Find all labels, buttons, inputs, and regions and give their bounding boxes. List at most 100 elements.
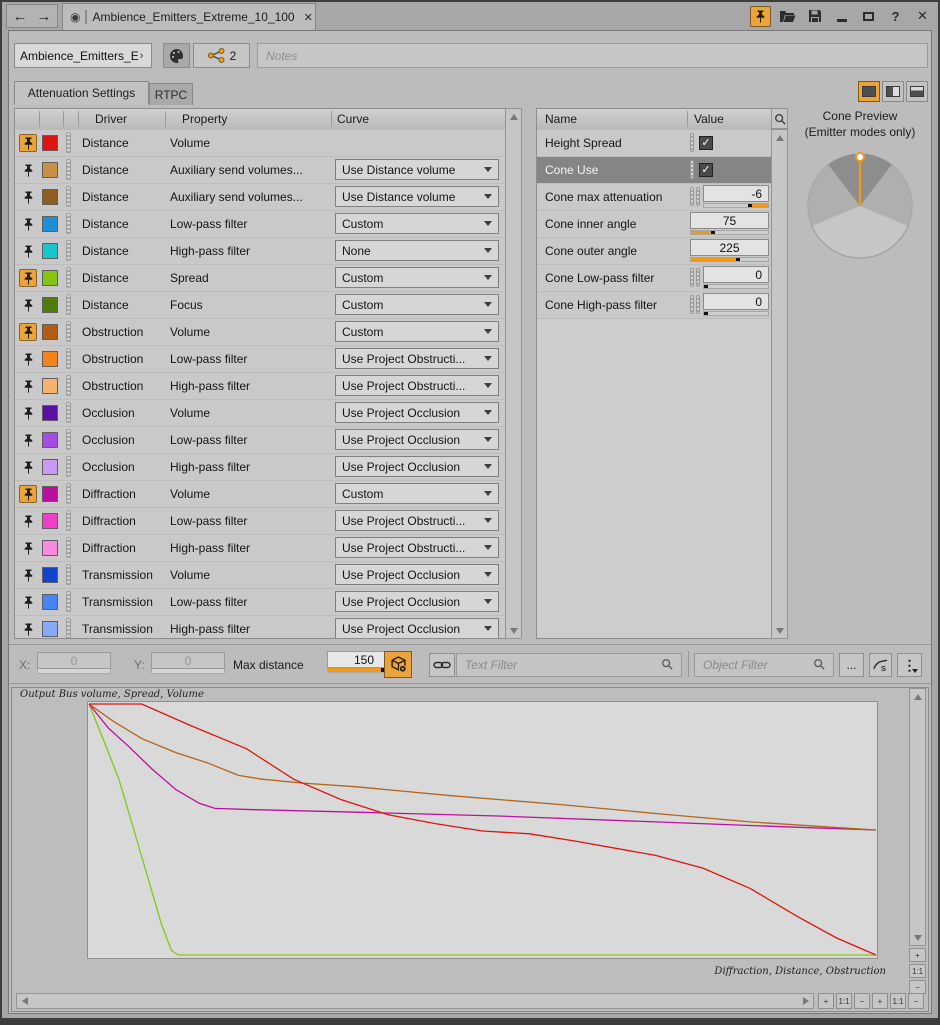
curve-select[interactable]: Use Project Occlusion <box>335 456 499 477</box>
curve-color-swatch[interactable] <box>42 324 58 340</box>
curve-color-swatch[interactable] <box>42 351 58 367</box>
grip-pill[interactable] <box>690 187 694 206</box>
scroll-up-icon[interactable] <box>910 690 925 703</box>
curve-row[interactable]: TransmissionVolumeUse Project Occlusion <box>15 562 505 589</box>
curve-color-swatch[interactable] <box>42 621 58 637</box>
property-row[interactable]: Height Spread✓ <box>537 130 771 157</box>
back-button[interactable]: ← <box>13 9 28 24</box>
scroll-down-icon[interactable] <box>772 624 787 637</box>
property-row[interactable]: Cone Low-pass filter0 <box>537 265 771 292</box>
graph-zoom-button[interactable]: 1:1 <box>909 964 926 978</box>
value-box[interactable]: 0 <box>703 266 769 283</box>
more-options-button[interactable]: ... <box>839 653 864 677</box>
slider-marker[interactable] <box>748 204 752 207</box>
pin-toggle[interactable] <box>19 593 37 611</box>
scroll-down-icon[interactable] <box>506 624 521 637</box>
attenuation-preview-button[interactable] <box>384 651 412 678</box>
graph-zoom-button[interactable]: + <box>909 948 926 962</box>
curve-color-swatch[interactable] <box>42 432 58 448</box>
object-name-field[interactable]: Ambience_Emitters_E› <box>14 43 152 68</box>
graph-zoom-button[interactable]: + <box>818 993 834 1009</box>
save-button[interactable] <box>804 6 825 27</box>
value-slider[interactable] <box>703 284 769 289</box>
graph-zoom-button[interactable]: − <box>854 993 870 1009</box>
tab-attenuation-settings[interactable]: Attenuation Settings <box>14 81 149 105</box>
curve-color-swatch[interactable] <box>42 243 58 259</box>
close-button[interactable]: ✕ <box>912 6 933 27</box>
pin-toggle[interactable] <box>19 566 37 584</box>
curve-row[interactable]: OcclusionHigh-pass filterUse Project Occ… <box>15 454 505 481</box>
layout-split-vertical-button[interactable] <box>882 81 904 102</box>
curve-color-swatch[interactable] <box>42 297 58 313</box>
x-coordinate-field[interactable]: 0 <box>37 652 111 674</box>
scroll-up-icon[interactable] <box>772 131 787 144</box>
curve-color-swatch[interactable] <box>42 594 58 610</box>
curve-color-swatch[interactable] <box>42 216 58 232</box>
scroll-left-icon[interactable] <box>18 994 31 1008</box>
help-button[interactable]: ? <box>885 6 906 27</box>
graph-zoom-button[interactable]: − <box>908 993 924 1009</box>
y-coordinate-field[interactable]: 0 <box>151 652 225 674</box>
value-slider[interactable] <box>690 230 769 235</box>
curve-row[interactable]: DistanceAuxiliary send volumes...Use Dis… <box>15 184 505 211</box>
text-filter-input[interactable]: Text Filter <box>456 653 682 677</box>
grip-pill[interactable] <box>696 187 700 206</box>
pin-toggle[interactable] <box>19 404 37 422</box>
cone-preview-diagram[interactable] <box>805 148 915 260</box>
grip-pill[interactable] <box>696 295 700 314</box>
attenuation-curve-obstruction-volume[interactable] <box>89 704 876 830</box>
curve-color-swatch[interactable] <box>42 162 58 178</box>
curve-table-scrollbar[interactable] <box>505 108 522 639</box>
pin-toggle[interactable] <box>19 215 37 233</box>
value-box[interactable]: 225 <box>690 239 769 256</box>
pin-toggle[interactable] <box>19 269 37 287</box>
pin-toggle[interactable] <box>19 377 37 395</box>
cone-direction-handle[interactable] <box>856 153 864 161</box>
curve-color-swatch[interactable] <box>42 540 58 556</box>
graph-horizontal-scrollbar[interactable] <box>16 993 814 1009</box>
property-row[interactable]: Cone inner angle75 <box>537 211 771 238</box>
curve-row[interactable]: TransmissionHigh-pass filterUse Project … <box>15 616 505 639</box>
column-value[interactable]: Value <box>694 109 724 130</box>
value-box[interactable]: 75 <box>690 212 769 229</box>
value-slider[interactable] <box>703 311 769 316</box>
value-box[interactable]: 0 <box>703 293 769 310</box>
attenuation-curve-distance-spread[interactable] <box>89 704 876 955</box>
pin-toggle[interactable] <box>19 512 37 530</box>
tab-close-icon[interactable]: ✕ <box>304 11 313 24</box>
graph-zoom-button[interactable]: − <box>909 980 926 994</box>
curve-row[interactable]: DiffractionVolumeCustom <box>15 481 505 508</box>
slider-marker[interactable] <box>704 285 708 288</box>
checkbox[interactable]: ✓ <box>699 136 713 150</box>
pin-toggle[interactable] <box>19 431 37 449</box>
pin-toggle[interactable] <box>19 485 37 503</box>
layout-single-button[interactable] <box>858 81 880 102</box>
pin-toggle[interactable] <box>19 134 37 152</box>
curve-select[interactable]: Custom <box>335 321 499 342</box>
graph-menu-button[interactable]: ⋮ <box>897 653 922 677</box>
curve-row[interactable]: ObstructionHigh-pass filterUse Project O… <box>15 373 505 400</box>
scroll-right-icon[interactable] <box>799 994 812 1008</box>
curve-row[interactable]: OcclusionLow-pass filterUse Project Occl… <box>15 427 505 454</box>
pin-toggle[interactable] <box>19 620 37 638</box>
property-table-scrollbar[interactable] <box>771 129 788 639</box>
curve-row[interactable]: DiffractionHigh-pass filterUse Project O… <box>15 535 505 562</box>
grip-pill[interactable] <box>690 268 694 287</box>
forward-button[interactable]: → <box>37 9 52 24</box>
pin-toggle[interactable] <box>19 458 37 476</box>
graph-zoom-button[interactable]: + <box>872 993 888 1009</box>
curve-color-swatch[interactable] <box>42 405 58 421</box>
curve-select[interactable]: Use Project Occlusion <box>335 618 499 639</box>
checkbox[interactable]: ✓ <box>699 163 713 177</box>
minimize-button[interactable] <box>831 6 852 27</box>
curve-select[interactable]: Use Project Obstructi... <box>335 348 499 369</box>
attenuation-curve-distance-volume[interactable] <box>89 704 876 955</box>
property-row[interactable]: Cone High-pass filter0 <box>537 292 771 319</box>
value-slider[interactable] <box>703 203 769 208</box>
grip-pill[interactable] <box>690 160 694 179</box>
graph-vertical-scrollbar[interactable] <box>909 688 926 946</box>
curve-select[interactable]: Custom <box>335 267 499 288</box>
color-picker-button[interactable] <box>163 43 190 68</box>
curve-row[interactable]: DistanceHigh-pass filterNone <box>15 238 505 265</box>
scroll-down-icon[interactable] <box>910 931 925 944</box>
